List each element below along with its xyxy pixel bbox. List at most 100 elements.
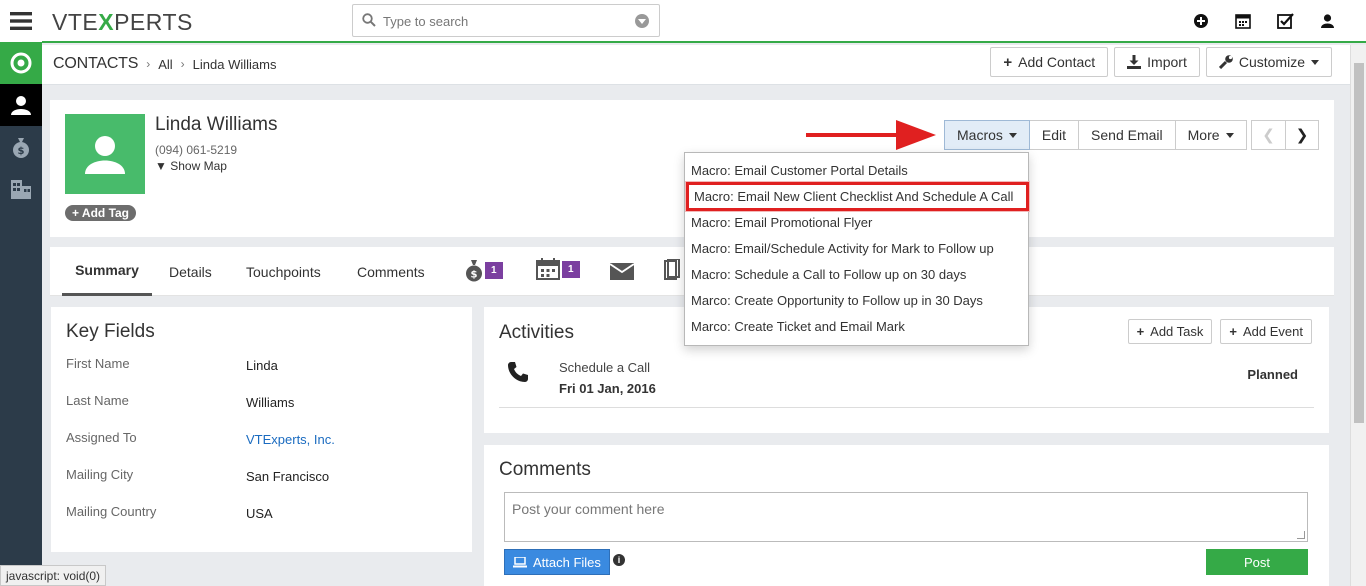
tab-comments-label: Comments <box>357 263 425 280</box>
macros-button[interactable]: Macros <box>944 120 1030 150</box>
tasks-check-icon[interactable] <box>1276 12 1294 30</box>
record-navigation: ❮ ❯ <box>1251 120 1319 150</box>
send-email-label: Send Email <box>1091 127 1163 143</box>
macro-menu-item[interactable]: Macro: Email Customer Portal Details <box>691 158 1024 182</box>
info-icon[interactable]: i <box>613 554 625 566</box>
macro-menu-item-highlighted[interactable]: Macro: Email New Client Checklist And Sc… <box>686 182 1029 211</box>
left-rail: $ <box>0 0 42 586</box>
add-task-button[interactable]: + Add Task <box>1127 319 1213 344</box>
next-record-button[interactable]: ❯ <box>1285 120 1319 150</box>
previous-record-button[interactable]: ❮ <box>1251 120 1285 150</box>
key-fields-title: Key Fields <box>66 321 155 342</box>
customize-label: Customize <box>1238 54 1305 70</box>
caret-down-icon <box>1008 132 1017 138</box>
record-phone: (094) 061-5219 <box>155 143 238 157</box>
edit-button[interactable]: Edit <box>1029 120 1080 150</box>
field-value: San Francisco <box>246 469 330 484</box>
rail-item-home[interactable] <box>0 42 42 84</box>
customize-button[interactable]: Customize <box>1205 47 1332 77</box>
breadcrumb-module[interactable]: CONTACTS <box>53 55 138 73</box>
activity-date: Fri 01 Jan, 2016 <box>559 381 656 396</box>
activity-status[interactable]: Planned <box>1247 367 1298 382</box>
caret-down-icon <box>1225 132 1234 138</box>
more-label: More <box>1187 127 1220 143</box>
assigned-to-link[interactable]: VTExperts, Inc. <box>246 432 335 447</box>
comment-textarea[interactable]: Post your comment here <box>504 492 1308 542</box>
avatar[interactable] <box>65 114 145 194</box>
chevron-right-icon: › <box>146 57 151 71</box>
more-button[interactable]: More <box>1175 120 1247 150</box>
chevron-down-icon[interactable] <box>635 14 649 28</box>
resize-handle-icon[interactable] <box>1297 531 1305 539</box>
add-task-label: Add Task <box>1150 324 1204 339</box>
rail-item-deals[interactable]: $ <box>0 126 42 168</box>
field-mailing-city[interactable]: Mailing City San Francisco <box>66 467 466 489</box>
tab-summary[interactable]: Summary <box>62 247 152 296</box>
documents-icon <box>664 259 680 280</box>
menu-toggle[interactable] <box>0 0 42 42</box>
caret-down-icon <box>1311 59 1319 65</box>
rail-item-organizations[interactable] <box>0 168 42 210</box>
browser-status-bar: javascript: void(0) <box>0 565 107 586</box>
macro-menu-item[interactable]: Marco: Create Ticket and Email Mark <box>691 314 1024 338</box>
activity-item[interactable]: Schedule a Call Fri 01 Jan, 2016 Planned <box>499 353 1314 408</box>
chevron-right-icon: ❯ <box>1295 127 1309 144</box>
plus-icon: + <box>72 206 80 220</box>
add-tag-button[interactable]: + Add Tag <box>65 205 137 221</box>
rail-item-contacts[interactable] <box>0 84 42 126</box>
hamburger-icon <box>10 12 32 30</box>
activities-title: Activities <box>499 322 574 343</box>
key-fields-panel: Key Fields First Name Linda Last Name Will… <box>51 307 472 552</box>
breadcrumb: CONTACTS › All › Linda Williams <box>53 55 276 73</box>
add-event-button[interactable]: + Add Event <box>1220 319 1312 344</box>
calendar-icon[interactable] <box>1234 12 1252 30</box>
import-button[interactable]: Import <box>1114 47 1200 77</box>
scrollbar-thumb[interactable] <box>1354 63 1364 423</box>
macros-dropdown-menu: Macro: Email Customer Portal Details Mac… <box>684 152 1029 346</box>
field-first-name[interactable]: First Name Linda <box>66 356 466 378</box>
macro-menu-item[interactable]: Marco: Create Opportunity to Follow up i… <box>691 288 1024 312</box>
comments-panel: Comments Post your comment here Attach F… <box>484 445 1329 586</box>
brand-logo[interactable]: VTEXPERTS <box>52 9 193 36</box>
tab-touchpoints[interactable]: Touchpoints <box>246 247 321 296</box>
field-assigned-to[interactable]: Assigned To VTExperts, Inc. <box>66 430 466 452</box>
comments-title: Comments <box>499 459 591 480</box>
macro-menu-item[interactable]: Macro: Email/Schedule Activity for Mark … <box>691 236 1024 260</box>
plus-icon: + <box>1003 53 1013 71</box>
logo-prefix: VTE <box>52 9 99 35</box>
logo-suffix: PERTS <box>114 9 193 35</box>
add-contact-button[interactable]: + Add Contact <box>990 47 1109 77</box>
download-icon <box>1127 55 1142 69</box>
post-button[interactable]: Post <box>1206 549 1308 575</box>
breadcrumb-bar: CONTACTS › All › Linda Williams + Add Con… <box>42 45 1366 85</box>
post-label: Post <box>1243 554 1270 570</box>
user-menu-icon[interactable] <box>1318 12 1336 30</box>
tab-documents[interactable] <box>664 259 680 281</box>
tab-events[interactable]: 1 <box>536 258 580 280</box>
macro-menu-item[interactable]: Macro: Schedule a Call to Follow up on 3… <box>691 262 1024 286</box>
search-input[interactable]: Type to search <box>383 14 468 29</box>
show-map-link[interactable]: ▼ Show Map <box>155 159 227 173</box>
comment-placeholder: Post your comment here <box>512 501 665 517</box>
list-actions: + Add Contact Import Customize <box>990 47 1332 77</box>
macros-label: Macros <box>957 127 1003 143</box>
tab-comments[interactable]: Comments <box>357 247 425 296</box>
breadcrumb-filter[interactable]: All <box>158 57 172 72</box>
macro-menu-item[interactable]: Macro: Email Promotional Flyer <box>691 210 1024 234</box>
field-value: USA <box>246 506 273 521</box>
tab-deals[interactable]: $ 1 <box>465 258 503 282</box>
money-bag-icon: $ <box>466 260 482 282</box>
add-circle-icon[interactable] <box>1192 12 1210 30</box>
field-last-name[interactable]: Last Name Williams <box>66 393 466 415</box>
field-mailing-country[interactable]: Mailing Country USA <box>66 504 466 526</box>
attach-files-button[interactable]: Attach Files <box>504 549 610 575</box>
global-search[interactable]: Type to search <box>352 4 660 37</box>
tab-details[interactable]: Details <box>169 247 212 296</box>
field-value: Linda <box>246 358 278 373</box>
tab-details-label: Details <box>169 263 212 280</box>
add-event-label: Add Event <box>1243 324 1303 339</box>
activity-subject[interactable]: Schedule a Call <box>559 360 650 375</box>
page-scrollbar[interactable] <box>1350 45 1366 586</box>
tab-emails[interactable] <box>610 263 634 280</box>
send-email-button[interactable]: Send Email <box>1079 120 1176 150</box>
